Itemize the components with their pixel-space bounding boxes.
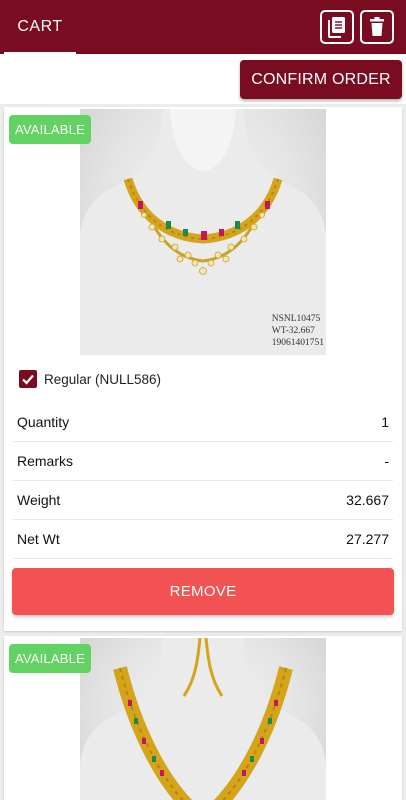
order-list-icon (328, 17, 345, 38)
product-image[interactable]: NSNL10475 WT-32.667 19061401751 (80, 109, 326, 355)
image-stamp: NSNL10475 WT-32.667 19061401751 (271, 314, 324, 348)
option-label: Regular (NULL586) (44, 371, 162, 387)
cart-item-card: AVAILABLE (4, 636, 402, 800)
detail-row-remarks: Remarks - (13, 442, 393, 481)
detail-label: Net Wt (17, 531, 60, 547)
detail-row-quantity: Quantity 1 (13, 403, 393, 442)
detail-label: Quantity (17, 414, 70, 430)
status-badge: AVAILABLE (9, 115, 91, 144)
clear-cart-button[interactable] (360, 10, 394, 44)
detail-label: Weight (17, 492, 61, 508)
action-bar: CONFIRM ORDER (0, 54, 406, 104)
option-row[interactable]: Regular (NULL586) (19, 369, 161, 389)
necklace-image (80, 638, 326, 800)
order-list-button[interactable] (320, 10, 354, 44)
detail-value: 27.277 (346, 531, 389, 547)
checkmark-icon (22, 374, 34, 385)
remove-button[interactable]: REMOVE (12, 568, 394, 615)
cart-item-card: NSNL10475 WT-32.667 19061401751 AVAILABL… (4, 107, 402, 631)
detail-row-weight: Weight 32.667 (13, 481, 393, 520)
product-image[interactable] (80, 638, 326, 800)
option-checkbox[interactable] (19, 370, 37, 388)
detail-value: 32.667 (346, 492, 389, 508)
trash-icon (370, 17, 384, 36)
confirm-order-button[interactable]: CONFIRM ORDER (240, 60, 402, 99)
tab-cart[interactable]: CART (4, 0, 76, 54)
app-bar: CART (0, 0, 406, 54)
status-badge: AVAILABLE (9, 644, 91, 673)
detail-value: 1 (381, 414, 389, 430)
detail-label: Remarks (17, 453, 74, 469)
detail-row-net-wt: Net Wt 27.277 (13, 520, 393, 559)
detail-value: - (384, 453, 389, 469)
